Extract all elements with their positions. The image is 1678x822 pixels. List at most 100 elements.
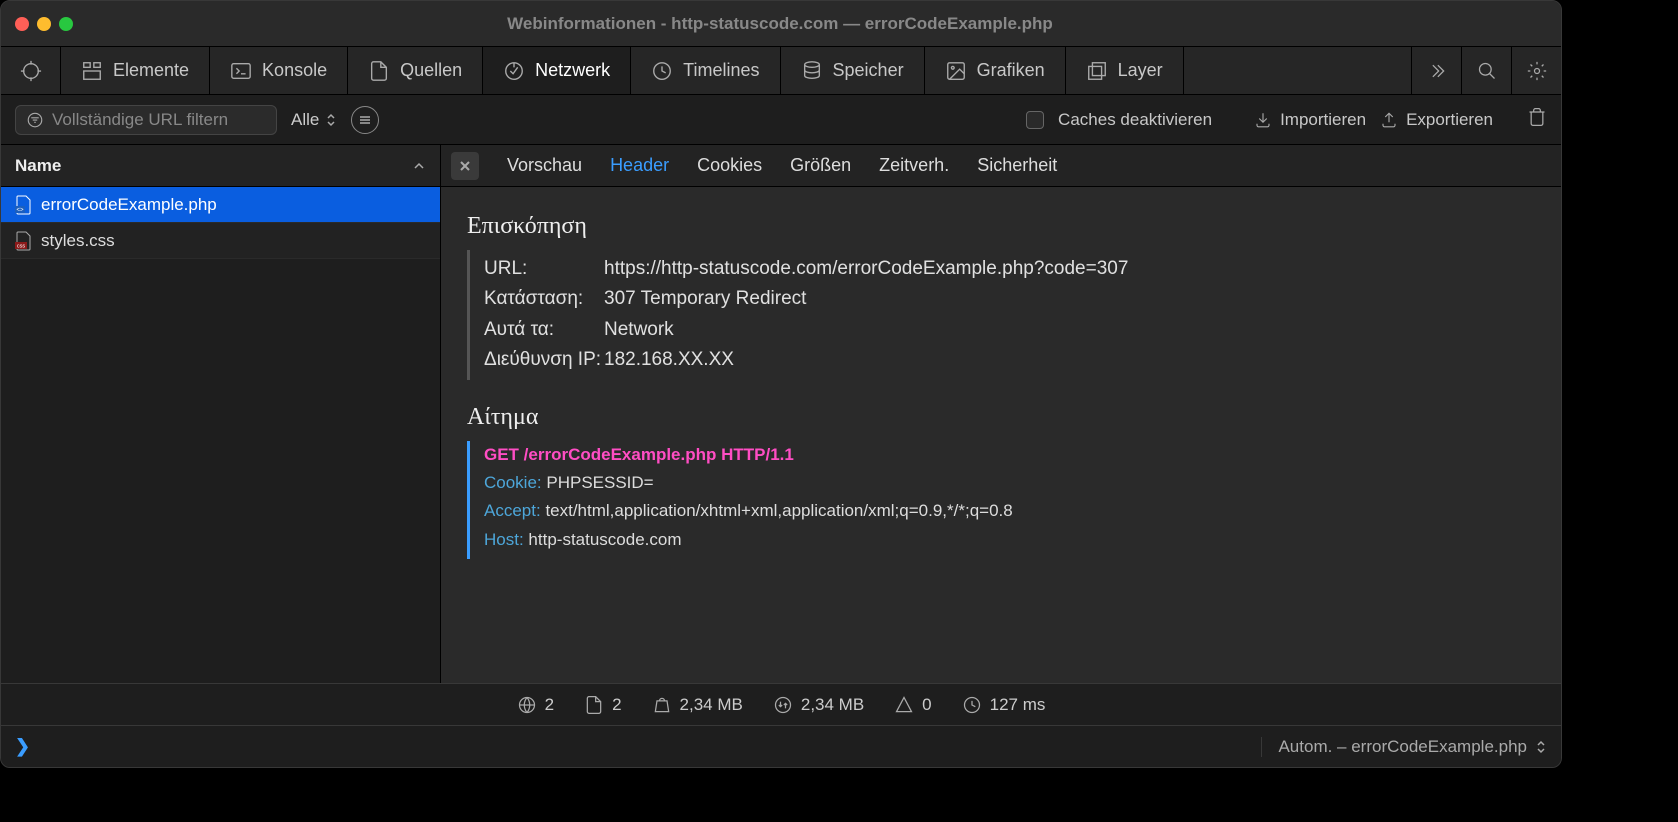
detail-tab-bar: Vorschau Header Cookies Größen Zeitverh.…	[441, 145, 1561, 187]
storage-icon	[801, 60, 823, 82]
clock-icon	[962, 695, 982, 715]
overview-row: URL: https://http-statuscode.com/errorCo…	[484, 254, 1535, 284]
detail-tab-preview[interactable]: Vorschau	[507, 155, 582, 176]
export-label: Exportieren	[1406, 110, 1493, 130]
request-list: <> errorCodeExample.php css styles.css	[1, 187, 440, 259]
context-label: Autom. – errorCodeExample.php	[1278, 737, 1527, 757]
detail-tab-timing[interactable]: Zeitverh.	[879, 155, 949, 176]
tab-layers[interactable]: Layer	[1066, 47, 1184, 94]
stat-errors: 0	[894, 695, 931, 715]
overview-value: Network	[604, 315, 674, 345]
tab-elements[interactable]: Elemente	[61, 47, 210, 94]
chevrons-right-icon	[1427, 61, 1447, 81]
document-icon	[368, 60, 390, 82]
export-button[interactable]: Exportieren	[1380, 110, 1493, 130]
settings-button[interactable]	[1511, 47, 1561, 94]
console-bar: ❯ Autom. – errorCodeExample.php	[1, 725, 1561, 767]
request-row[interactable]: <> errorCodeExample.php	[1, 187, 440, 223]
overview-label: URL:	[484, 254, 604, 284]
stat-value: 127 ms	[990, 695, 1046, 715]
tab-timelines[interactable]: Timelines	[631, 47, 780, 94]
inspect-element-button[interactable]	[1, 47, 61, 94]
overview-value: 182.168.XX.XX	[604, 345, 734, 375]
tab-graphics[interactable]: Grafiken	[925, 47, 1066, 94]
import-label: Importieren	[1280, 110, 1366, 130]
header-key: Cookie:	[484, 473, 542, 492]
detail-tab-sizes[interactable]: Größen	[790, 155, 851, 176]
layers-icon	[1086, 60, 1108, 82]
clear-button[interactable]	[1527, 107, 1547, 132]
sort-icon	[325, 112, 337, 128]
detail-tab-cookies[interactable]: Cookies	[697, 155, 762, 176]
tab-console[interactable]: Konsole	[210, 47, 348, 94]
detail-panel: Vorschau Header Cookies Größen Zeitverh.…	[441, 145, 1561, 683]
stat-value: 2	[545, 695, 554, 715]
chevron-up-icon	[412, 159, 426, 173]
elements-icon	[81, 60, 103, 82]
stat-value: 2	[612, 695, 621, 715]
request-name: styles.css	[41, 231, 115, 251]
group-button[interactable]	[351, 106, 379, 134]
request-name: errorCodeExample.php	[41, 195, 217, 215]
overview-value: https://http-statuscode.com/errorCodeExa…	[604, 254, 1128, 284]
main-content: Name <> errorCodeExample.php css styles.…	[1, 145, 1561, 683]
window-title: Webinformationen - http-statuscode.com —…	[13, 14, 1547, 34]
sort-icon	[1535, 739, 1547, 755]
stat-documents: 2	[584, 695, 621, 715]
type-filter-dropdown[interactable]: Alle	[291, 110, 337, 130]
request-row[interactable]: css styles.css	[1, 223, 440, 259]
overview-row: Αυτά τα: Network	[484, 315, 1535, 345]
search-button[interactable]	[1461, 47, 1511, 94]
import-button[interactable]: Importieren	[1254, 110, 1366, 130]
stat-value: 2,34 MB	[801, 695, 864, 715]
close-detail-button[interactable]	[451, 152, 479, 180]
svg-text:<>: <>	[16, 207, 24, 213]
overview-block: URL: https://http-statuscode.com/errorCo…	[467, 250, 1535, 380]
detail-tab-headers[interactable]: Header	[610, 155, 669, 176]
overview-section-title: Επισκόπηση	[467, 213, 1535, 240]
overview-value: 307 Temporary Redirect	[604, 284, 806, 314]
tab-storage[interactable]: Speicher	[781, 47, 925, 94]
console-icon	[230, 60, 252, 82]
type-filter-value: Alle	[291, 110, 319, 130]
stat-requests: 2	[517, 695, 554, 715]
clock-icon	[651, 60, 673, 82]
tab-network[interactable]: Netzwerk	[483, 47, 631, 94]
overview-label: Αυτά τα:	[484, 315, 604, 345]
tab-label: Quellen	[400, 60, 462, 81]
disable-caches-checkbox[interactable]	[1026, 111, 1044, 129]
tab-overflow-button[interactable]	[1411, 47, 1461, 94]
request-header-row: Cookie: PHPSESSID=	[484, 469, 1535, 498]
console-prompt-icon[interactable]: ❯	[15, 736, 30, 757]
network-icon	[503, 60, 525, 82]
detail-tab-security[interactable]: Sicherheit	[977, 155, 1057, 176]
overview-label: Διεύθυνση IP:	[484, 345, 604, 375]
request-header-row: Host: http-statuscode.com	[484, 526, 1535, 555]
weight-icon	[652, 695, 672, 715]
execution-context-selector[interactable]: Autom. – errorCodeExample.php	[1261, 737, 1547, 757]
titlebar: Webinformationen - http-statuscode.com —…	[1, 1, 1561, 47]
sidebar-header[interactable]: Name	[1, 145, 440, 187]
request-line: GET /errorCodeExample.php HTTP/1.1	[484, 445, 1535, 465]
document-icon	[584, 695, 604, 715]
php-file-icon: <>	[15, 195, 33, 215]
image-icon	[945, 60, 967, 82]
stat-value: 2,34 MB	[680, 695, 743, 715]
request-block: GET /errorCodeExample.php HTTP/1.1 Cooki…	[467, 441, 1535, 560]
tab-label: Elemente	[113, 60, 189, 81]
header-value: text/html,application/xhtml+xml,applicat…	[545, 501, 1012, 520]
crosshair-icon	[20, 60, 42, 82]
search-icon	[1477, 61, 1497, 81]
url-filter-input[interactable]: Vollständige URL filtern	[15, 105, 277, 135]
filter-icon	[26, 111, 44, 129]
tab-label: Layer	[1118, 60, 1163, 81]
css-file-icon: css	[15, 231, 33, 251]
tab-label: Speicher	[833, 60, 904, 81]
close-icon	[458, 159, 472, 173]
trash-icon	[1527, 107, 1547, 127]
request-list-sidebar: Name <> errorCodeExample.php css styles.…	[1, 145, 441, 683]
disable-caches-label: Caches deaktivieren	[1058, 110, 1212, 130]
gear-icon	[1527, 61, 1547, 81]
name-column-header: Name	[15, 156, 412, 176]
tab-sources[interactable]: Quellen	[348, 47, 483, 94]
